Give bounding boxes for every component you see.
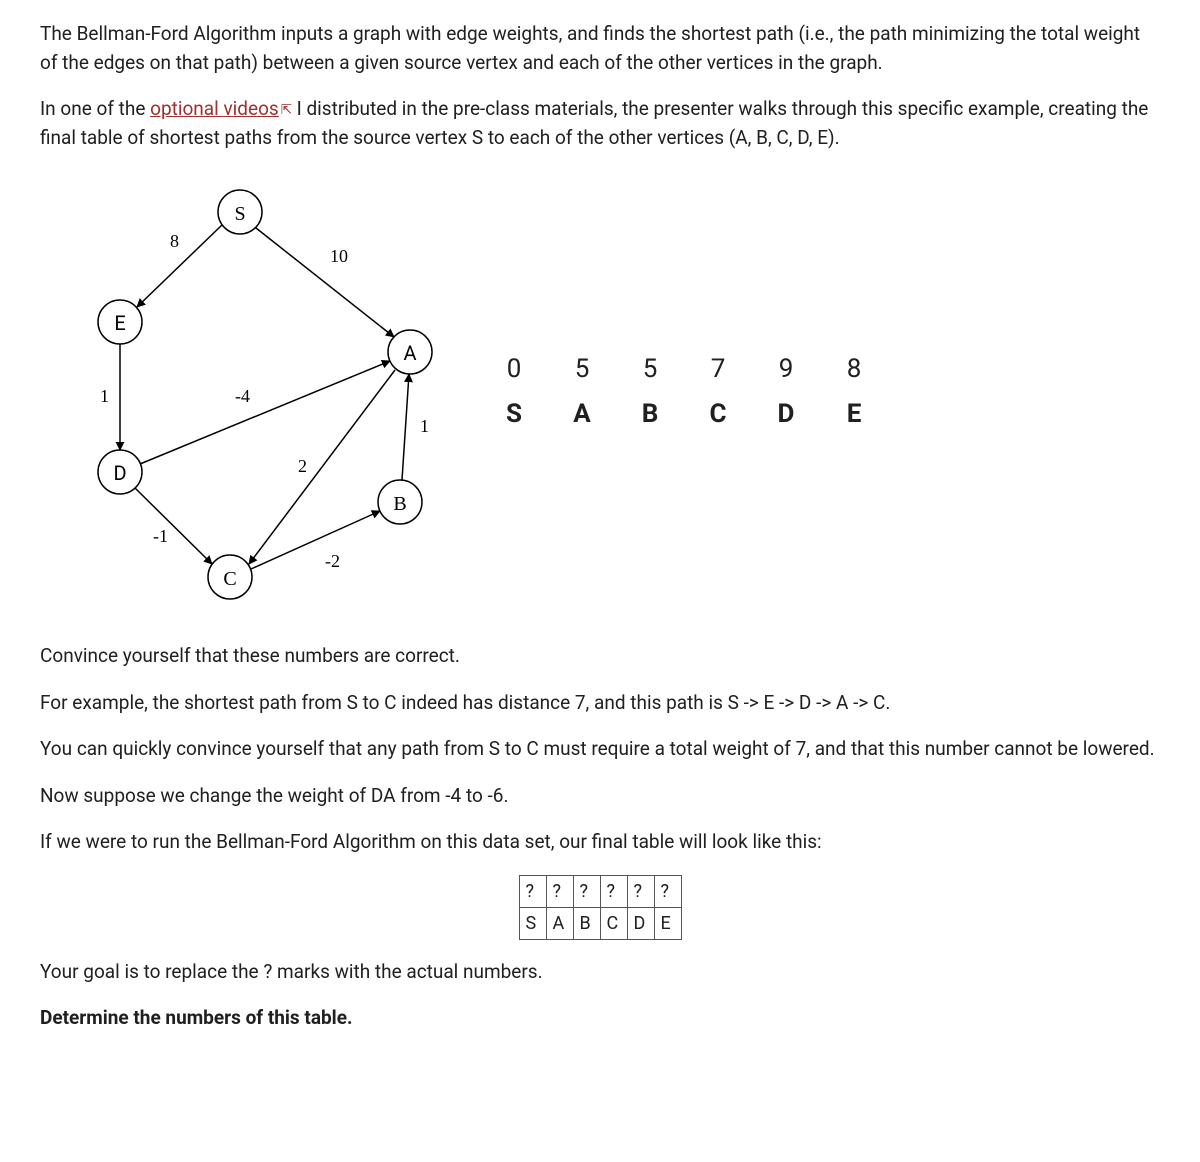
intro-paragraph-2: In one of the optional videos⇱ I distrib…	[40, 95, 1160, 152]
node-c: C	[208, 555, 252, 599]
result-label: B	[636, 395, 664, 434]
weight-ac: 2	[298, 456, 307, 476]
optional-videos-link[interactable]: optional videos	[150, 97, 279, 120]
result-label: C	[704, 395, 732, 434]
result-value: 5	[636, 350, 664, 389]
paragraph-change: Now suppose we change the weight of DA f…	[40, 782, 1160, 811]
result-value: 7	[704, 350, 732, 389]
svg-text:D: D	[113, 461, 126, 485]
question-table: ? ? ? ? ? ? S A B C D E	[519, 875, 682, 940]
weight-ed: 1	[100, 386, 109, 406]
paragraph-determine: Determine the numbers of this table.	[40, 1004, 1160, 1033]
weight-se: 8	[170, 231, 179, 251]
weight-cb: -2	[325, 551, 340, 571]
result-table: 0 5 5 7 9 8 S A B C D E	[500, 344, 868, 440]
weight-sa: 10	[330, 246, 348, 266]
question-cell: A	[546, 907, 573, 939]
paragraph-example: For example, the shortest path from S to…	[40, 689, 1160, 718]
node-b: B	[378, 480, 422, 524]
result-label: S	[500, 395, 528, 434]
question-cell: ?	[627, 875, 654, 907]
question-row-labels: S A B C D E	[519, 907, 681, 939]
result-value: 8	[840, 350, 868, 389]
result-labels-row: S A B C D E	[500, 395, 868, 434]
svg-text:S: S	[234, 203, 245, 225]
question-cell: C	[600, 907, 627, 939]
svg-text:E: E	[114, 311, 125, 335]
question-cell: ?	[600, 875, 627, 907]
result-value: 5	[568, 350, 596, 389]
result-label: E	[840, 395, 868, 434]
svg-text:A: A	[403, 341, 416, 365]
result-values-row: 0 5 5 7 9 8	[500, 350, 868, 389]
graph-diagram: S E A D B C 8 10 1 -4 2 1 -1 -2	[40, 172, 460, 612]
diagram-row: S E A D B C 8 10 1 -4 2 1 -1 -2	[40, 172, 1160, 612]
intro-paragraph-1: The Bellman-Ford Algorithm inputs a grap…	[40, 20, 1160, 77]
external-link-icon: ⇱	[281, 101, 292, 121]
paragraph-convince2: You can quickly convince yourself that a…	[40, 735, 1160, 764]
result-value: 9	[772, 350, 800, 389]
question-cell: D	[627, 907, 654, 939]
question-cell: S	[519, 907, 546, 939]
question-cell: ?	[573, 875, 600, 907]
question-cell: E	[654, 907, 681, 939]
svg-text:B: B	[393, 493, 406, 515]
node-a: A	[388, 330, 432, 374]
question-cell: B	[573, 907, 600, 939]
result-label: D	[772, 395, 800, 434]
weight-dc: -1	[153, 526, 168, 546]
weight-ba: 1	[420, 416, 429, 436]
node-s: S	[218, 190, 262, 234]
result-value: 0	[500, 350, 528, 389]
svg-text:C: C	[223, 568, 236, 590]
weight-da: -4	[235, 386, 250, 406]
node-e: E	[98, 300, 142, 344]
paragraph-run: If we were to run the Bellman-Ford Algor…	[40, 828, 1160, 857]
question-row-values: ? ? ? ? ? ?	[519, 875, 681, 907]
node-d: D	[98, 450, 142, 494]
paragraph-goal: Your goal is to replace the ? marks with…	[40, 958, 1160, 987]
question-cell: ?	[519, 875, 546, 907]
question-cell: ?	[654, 875, 681, 907]
result-label: A	[568, 395, 596, 434]
paragraph-convince: Convince yourself that these numbers are…	[40, 642, 1160, 671]
question-cell: ?	[546, 875, 573, 907]
